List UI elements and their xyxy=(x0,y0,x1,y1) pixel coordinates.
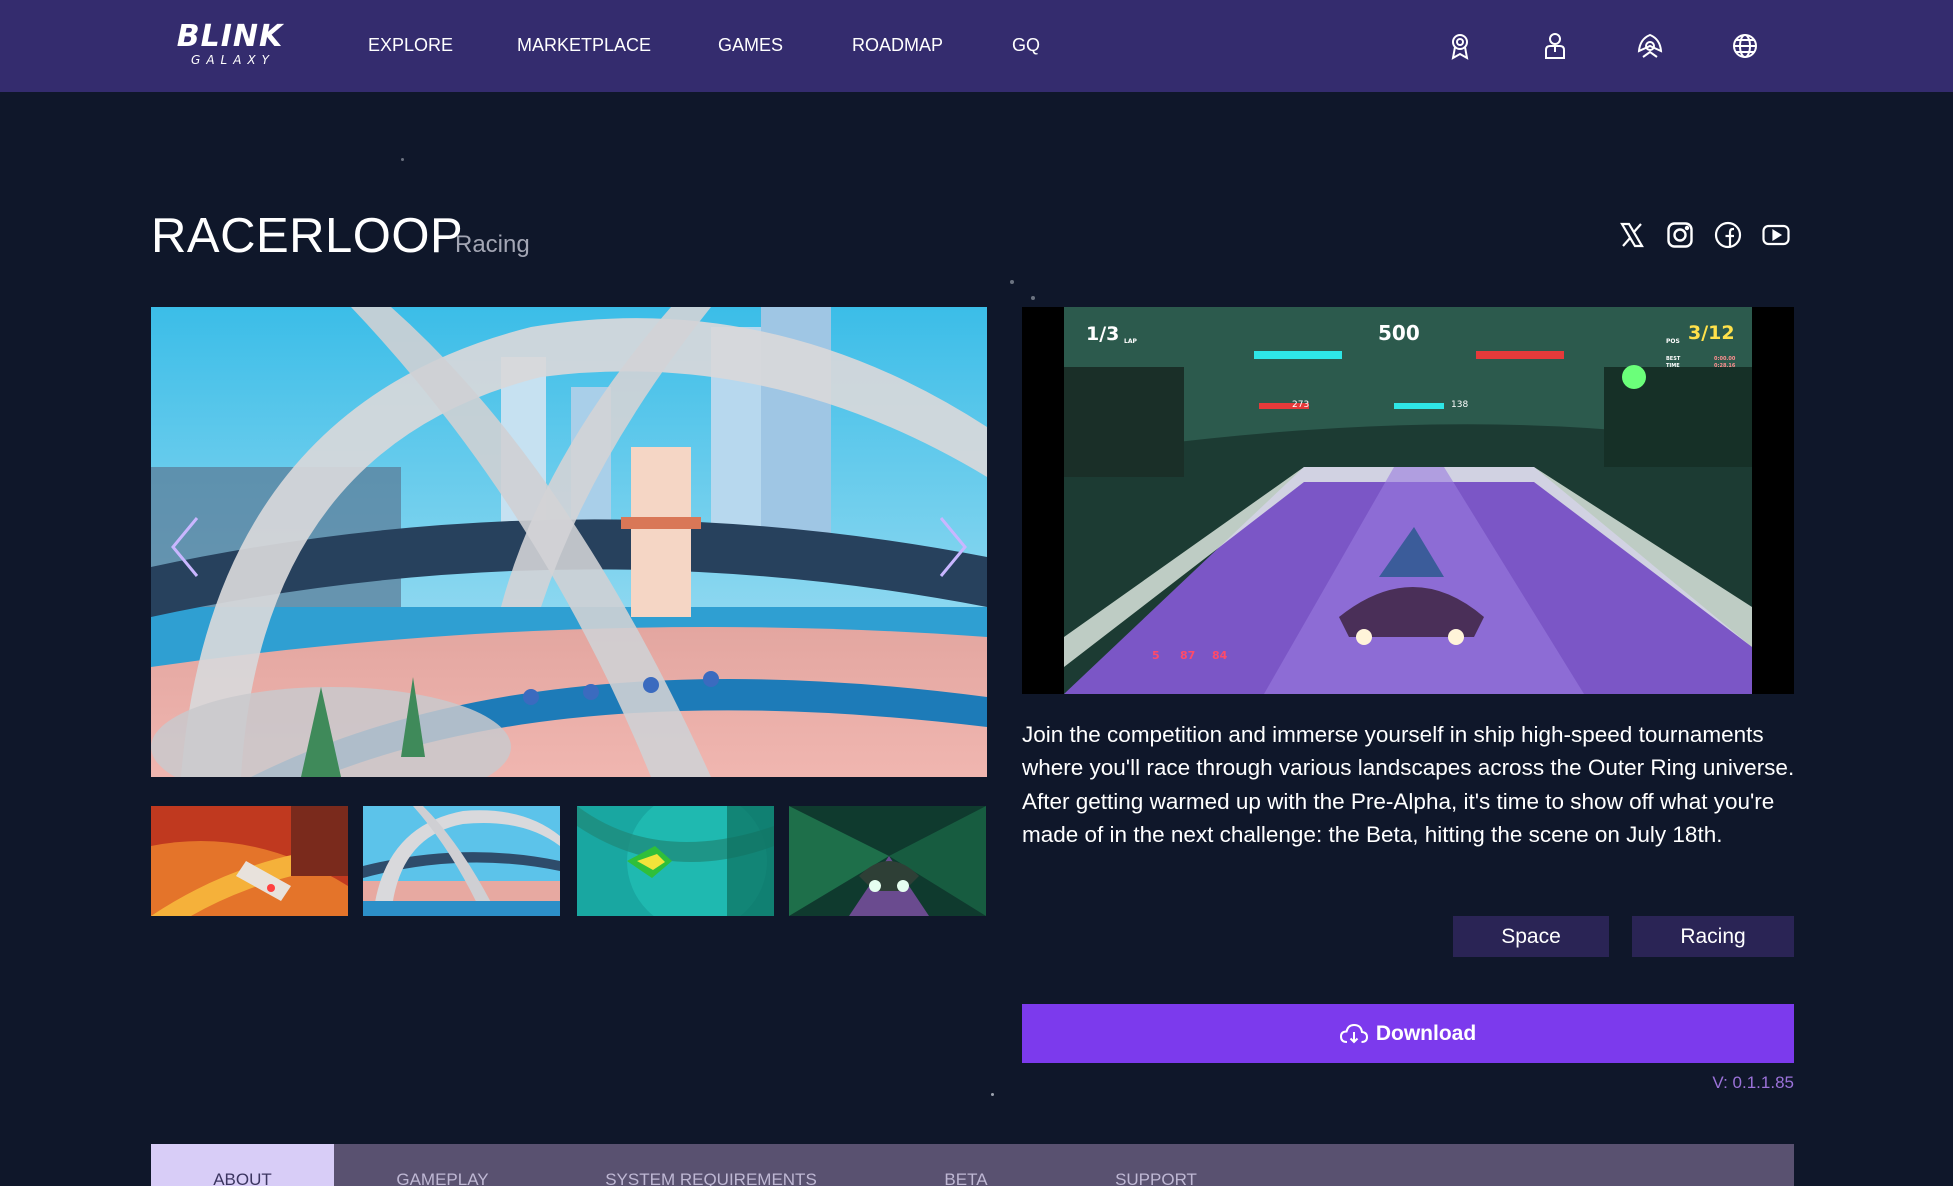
nav-marketplace[interactable]: MARKETPLACE xyxy=(517,33,651,57)
hud-position: 3/12 xyxy=(1688,322,1735,344)
game-title: RACERLOOP xyxy=(151,209,464,263)
thumbnail-image xyxy=(789,806,986,916)
carousel-image xyxy=(151,307,987,777)
version-label: V: 0.1.1.85 xyxy=(1712,1073,1794,1092)
nav-explore[interactable]: EXPLORE xyxy=(368,33,453,57)
carousel-next-button[interactable] xyxy=(923,507,983,587)
hud-speed-1: 5 xyxy=(1152,649,1160,662)
hud-left-value: 273 xyxy=(1292,400,1310,410)
download-label: Download xyxy=(1375,1021,1477,1045)
youtube-icon[interactable] xyxy=(1759,218,1793,252)
top-nav: BLINK GALAXY EXPLORE MARKETPLACE GAMES R… xyxy=(0,0,1953,92)
x-icon[interactable] xyxy=(1615,218,1649,252)
nav-gq[interactable]: GQ xyxy=(1012,33,1040,57)
globe-icon[interactable] xyxy=(1727,28,1763,64)
hud-speed-2: 87 xyxy=(1180,649,1196,662)
hud-best-time: 0:00.00 xyxy=(1714,356,1736,362)
video-frame: 1/3 LAP 500 POS 3/12 BEST TIME 0:00.00 0… xyxy=(1064,307,1752,694)
thumbnail-2[interactable] xyxy=(363,806,560,916)
trailer-video[interactable]: 1/3 LAP 500 POS 3/12 BEST TIME 0:00.00 0… xyxy=(1022,307,1794,694)
nav-games[interactable]: GAMES xyxy=(718,33,783,57)
hud-position-label: POS xyxy=(1666,338,1680,345)
hud-lap: 1/3 xyxy=(1086,323,1120,345)
hud-speed-3: 84 xyxy=(1212,649,1228,662)
hud-score: 500 xyxy=(1378,321,1420,345)
tag-space[interactable]: Space xyxy=(1453,916,1609,957)
logo-subtext: GALAXY xyxy=(191,53,275,67)
thumbnail-3[interactable] xyxy=(577,806,774,916)
thumbnail-image xyxy=(151,806,348,916)
logo[interactable]: BLINK GALAXY xyxy=(168,20,292,70)
hud-time-label: TIME xyxy=(1666,363,1680,369)
achievements-icon[interactable] xyxy=(1632,28,1668,64)
tag-racing[interactable]: Racing xyxy=(1632,916,1794,957)
logo-text: BLINK xyxy=(176,19,284,54)
nav-roadmap[interactable]: ROADMAP xyxy=(852,33,943,57)
screenshot-carousel[interactable] xyxy=(151,307,987,777)
hud-lap-label: LAP xyxy=(1124,338,1137,345)
tab-about[interactable]: ABOUT xyxy=(151,1144,334,1186)
hud-best-label: BEST xyxy=(1666,356,1681,362)
instagram-icon[interactable] xyxy=(1663,218,1697,252)
decorative-dot xyxy=(1010,280,1014,284)
user-icon[interactable] xyxy=(1537,28,1573,64)
section-tabs: ABOUT GAMEPLAY SYSTEM REQUIREMENTS BETA … xyxy=(151,1144,1794,1186)
decorative-dot xyxy=(991,1093,994,1096)
hud-time: 0:28.16 xyxy=(1714,363,1736,369)
hud-right-value: 138 xyxy=(1451,400,1469,410)
award-icon[interactable] xyxy=(1442,28,1478,64)
download-button[interactable]: Download xyxy=(1022,1004,1794,1063)
tab-beta[interactable]: BETA xyxy=(916,1144,1016,1186)
cloud-download-icon xyxy=(1339,1023,1368,1043)
thumbnail-4[interactable] xyxy=(789,806,986,916)
tab-gameplay[interactable]: GAMEPLAY xyxy=(371,1144,514,1186)
video-still xyxy=(1064,307,1752,694)
decorative-dot xyxy=(401,158,404,161)
thumbnail-image xyxy=(363,806,560,916)
thumbnail-1[interactable] xyxy=(151,806,348,916)
tab-support[interactable]: SUPPORT xyxy=(1096,1144,1216,1186)
game-description: Join the competition and immerse yoursel… xyxy=(1022,722,1795,847)
thumbnail-image xyxy=(577,806,774,916)
carousel-prev-button[interactable] xyxy=(155,507,215,587)
decorative-dot xyxy=(1031,296,1035,300)
tab-system-requirements[interactable]: SYSTEM REQUIREMENTS xyxy=(596,1144,826,1186)
facebook-icon[interactable] xyxy=(1711,218,1745,252)
game-genre: Racing xyxy=(455,231,530,258)
